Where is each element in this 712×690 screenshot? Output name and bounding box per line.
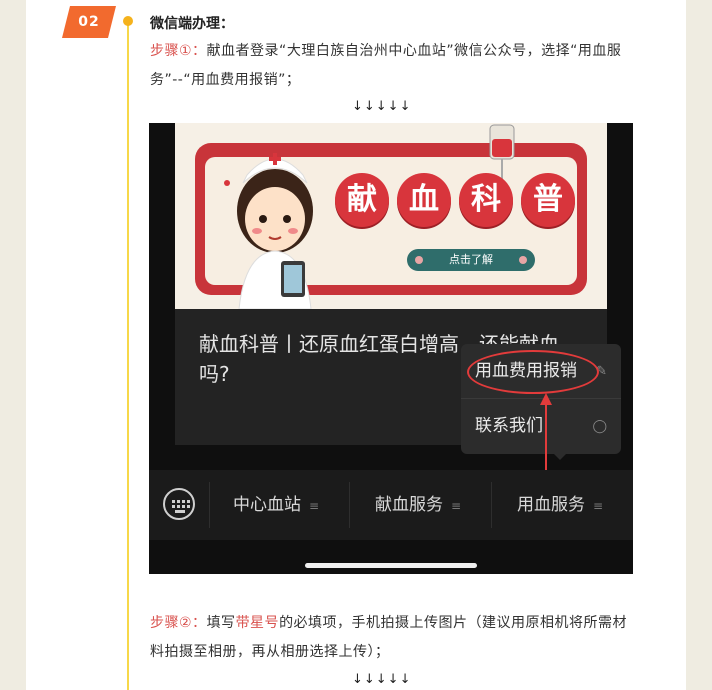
banner-title-char: 献 xyxy=(335,173,389,227)
submenu-item-label: 联系我们 xyxy=(475,416,543,436)
bottom-menu-bar: 中心血站 ≡ 献血服务 ≡ 用血服务 ≡ xyxy=(149,470,633,540)
menu-list-icon: ≡ xyxy=(451,499,462,513)
step2-paragraph: 步骤②：填写带星号的必填项，手机拍摄上传图片（建议用原相机将所需材料拍摄至相册，… xyxy=(150,609,640,667)
page-side-margin-left xyxy=(0,0,26,690)
menu-separator xyxy=(209,482,210,528)
menu-item-label: 献血服务 xyxy=(375,495,443,515)
section-title: 微信端办理： xyxy=(150,16,234,32)
keyboard-icon[interactable] xyxy=(163,488,195,520)
banner-title-char: 普 xyxy=(521,173,575,227)
article-banner-image[interactable]: 献 血 科 普 点击了解 xyxy=(175,123,607,309)
menu-item-blood-use-service[interactable]: 用血服务 ≡ xyxy=(517,470,603,540)
step2-label: 步骤②： xyxy=(150,615,207,631)
page-side-margin-right xyxy=(686,0,712,690)
banner-title: 献 血 科 普 xyxy=(335,173,575,227)
home-indicator[interactable] xyxy=(305,563,477,568)
learn-more-label: 点击了解 xyxy=(449,253,493,266)
menu-item-label: 中心血站 xyxy=(233,495,301,515)
timeline-dot xyxy=(123,16,133,26)
menu-separator xyxy=(491,482,492,528)
banner-title-char: 血 xyxy=(397,173,451,227)
chat-icon: ◯ xyxy=(592,419,607,434)
banner-title-char: 科 xyxy=(459,173,513,227)
button-dot-right xyxy=(519,256,527,264)
learn-more-button[interactable]: 点击了解 xyxy=(407,249,535,271)
menu-item-label: 用血服务 xyxy=(517,495,585,515)
timeline-line xyxy=(127,24,129,690)
button-dot-left xyxy=(415,256,423,264)
step2-text-pre: 填写 xyxy=(206,615,236,631)
popup-tail xyxy=(553,453,567,460)
step1-text: 献血者登录“大理白族自治州中心血站”微信公众号，选择“用血服务”--“用血费用报… xyxy=(150,43,622,88)
step1-paragraph: 步骤①：献血者登录“大理白族自治州中心血站”微信公众号，选择“用血服务”--“用… xyxy=(150,37,640,95)
highlight-circle-annotation xyxy=(467,350,599,394)
step1-label: 步骤①： xyxy=(150,43,207,59)
step-number-badge: 02 xyxy=(62,6,116,38)
menu-list-icon: ≡ xyxy=(593,499,604,513)
step-number: 02 xyxy=(78,14,100,30)
menu-item-donation-service[interactable]: 献血服务 ≡ xyxy=(375,470,461,540)
menu-separator xyxy=(349,482,350,528)
menu-list-icon: ≡ xyxy=(309,499,320,513)
step2-highlight: 带星号 xyxy=(235,615,280,631)
down-arrows-icon: ↓↓↓↓↓ xyxy=(352,99,412,114)
menu-item-center-station[interactable]: 中心血站 ≡ xyxy=(233,470,319,540)
down-arrows-icon: ↓↓↓↓↓ xyxy=(352,672,412,687)
phone-screenshot: 献 血 科 普 点击了解 献血科普丨还原血红蛋白增高，还能献血吗? 用血费用报销… xyxy=(149,123,633,574)
